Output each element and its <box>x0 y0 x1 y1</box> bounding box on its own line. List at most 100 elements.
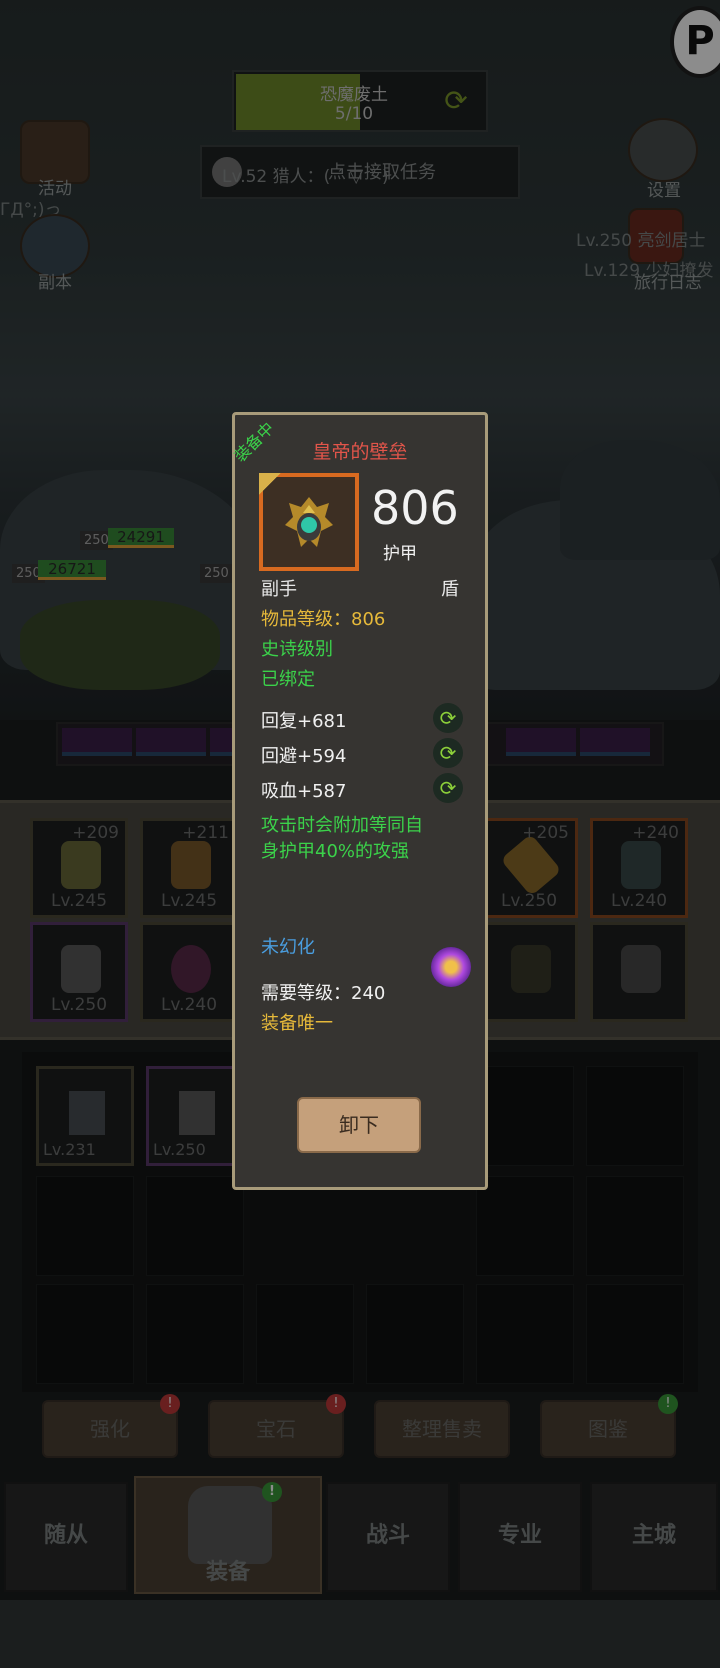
armor-label: 护甲 <box>383 544 417 564</box>
enhance-level: +240 <box>632 823 679 843</box>
item-slot: 副手 <box>261 579 297 600</box>
codex-label: 图鉴 <box>588 1417 628 1441</box>
enhance-label: 强化 <box>90 1417 130 1441</box>
armor-icon <box>188 1486 272 1564</box>
equip-slot[interactable]: Lv.240 <box>140 922 238 1022</box>
item-level: 物品等级：806 <box>261 609 386 630</box>
hp-level: 250 <box>200 564 233 583</box>
transmog-orb-icon[interactable] <box>431 947 471 987</box>
item-effect: 攻击时会附加等同自身护甲40%的攻强 <box>261 815 423 862</box>
inventory-slot[interactable]: Lv.231 <box>36 1066 134 1166</box>
tab-label: 装备 <box>205 1560 250 1585</box>
inventory-slot[interactable] <box>146 1176 244 1276</box>
gem-button[interactable]: 宝石 ! <box>208 1394 346 1458</box>
equip-slot-empty[interactable] <box>480 922 578 1022</box>
equip-slot[interactable]: +240 Lv.240 <box>590 818 688 918</box>
item-name: 皇帝的壁垒 <box>312 441 408 463</box>
stat-line: 吸血+587 <box>261 781 347 802</box>
trinket-icon <box>69 1091 105 1135</box>
item-level: Lv.245 <box>160 891 218 911</box>
equip-slot[interactable]: +211 Lv.245 <box>140 818 238 918</box>
item-type: 盾 <box>441 579 459 600</box>
sort-sell-label: 整理售卖 <box>402 1417 482 1441</box>
refresh-icon[interactable]: ⟳ <box>440 86 472 118</box>
equip-slot-empty[interactable] <box>590 922 688 1022</box>
gem-label: 宝石 <box>256 1417 296 1441</box>
stat-line: 回避+594 <box>261 746 347 767</box>
key-icon <box>61 945 101 993</box>
item-level: Lv.231 <box>43 1140 96 1159</box>
inventory-slot[interactable] <box>476 1284 574 1384</box>
shield-icon <box>621 841 661 889</box>
inventory-slot[interactable] <box>476 1066 574 1166</box>
zone-progress-text: 5/10 <box>334 104 374 124</box>
enhance-level: +205 <box>522 823 569 843</box>
zone-progress-bar[interactable]: 恐魔废土 5/10 ⟳ <box>232 70 488 132</box>
inventory-slot[interactable] <box>586 1176 684 1276</box>
unique-tag: 装备唯一 <box>261 1013 333 1034</box>
key-icon <box>179 1091 215 1135</box>
item-tooltip: 装备中 皇帝的壁垒 806 护甲 副手 盾 物品等级：806 史诗级别 已绑定 … <box>230 412 488 1190</box>
gear-icon[interactable] <box>628 118 698 182</box>
bound-status: 已绑定 <box>261 669 315 690</box>
alert-icon: ! <box>326 1394 346 1414</box>
zone-name: 恐魔废土 <box>320 85 388 105</box>
inventory-slot[interactable] <box>586 1066 684 1166</box>
quest-action[interactable]: 点击接取任务 <box>328 158 436 184</box>
armor-value: 806 <box>371 481 459 535</box>
sword-icon <box>500 833 562 897</box>
tab-battle[interactable]: 战斗 <box>326 1482 450 1592</box>
trinket-icon <box>511 945 551 993</box>
item-rarity: 史诗级别 <box>261 639 333 660</box>
tab-equipment[interactable]: 装备 ! <box>134 1476 322 1594</box>
stat-line: 回复+681 <box>261 711 347 732</box>
alert-icon: ! <box>658 1394 678 1414</box>
item-level: Lv.240 <box>160 995 218 1015</box>
sort-sell-button[interactable]: 整理售卖 <box>374 1400 510 1458</box>
enhance-button[interactable]: 强化 ! <box>42 1394 180 1458</box>
hero-sprite <box>20 600 220 690</box>
reroll-icon[interactable]: ⟳ <box>433 738 463 768</box>
quest-bar[interactable]: Lv.52 猎人：( ´ ▽ ` ) 点击接取任务 <box>200 145 520 199</box>
codex-button[interactable]: 图鉴 ! <box>540 1394 678 1458</box>
chat-right-1: Lv.250 亮剑居士 <box>576 231 706 251</box>
item-level: Lv.245 <box>50 891 108 911</box>
reroll-icon[interactable]: ⟳ <box>433 773 463 803</box>
item-icon-frame <box>259 473 359 571</box>
tab-label: 主城 <box>631 1523 676 1548</box>
equip-slot[interactable]: +209 Lv.245 <box>30 818 128 918</box>
item-level: Lv.240 <box>610 891 668 911</box>
transmog-status: 未幻化 <box>261 937 315 958</box>
inventory-slot[interactable] <box>366 1284 464 1384</box>
tab-main-city[interactable]: 主城 <box>590 1482 718 1592</box>
settings-label: 设置 <box>647 181 681 201</box>
tab-label: 随从 <box>43 1523 88 1548</box>
inventory-slot[interactable] <box>146 1284 244 1384</box>
tab-followers[interactable]: 随从 <box>4 1482 128 1592</box>
equip-slot[interactable]: Lv.250 <box>30 922 128 1022</box>
enhance-level: +209 <box>72 823 119 843</box>
enhance-level: +211 <box>182 823 229 843</box>
required-level: 需要等级：240 <box>261 983 386 1004</box>
equip-slot[interactable]: +205 Lv.250 <box>480 818 578 918</box>
stone-icon <box>621 945 661 993</box>
item-level: Lv.250 <box>500 891 558 911</box>
inventory-slot[interactable] <box>586 1284 684 1384</box>
hp-bar: 26721 <box>38 560 106 580</box>
inventory-slot[interactable]: Lv.250 <box>146 1066 244 1166</box>
travel-log-label: 旅行日志 <box>634 273 702 293</box>
reroll-icon[interactable]: ⟳ <box>433 703 463 733</box>
ring-icon <box>171 945 211 993</box>
tab-profession[interactable]: 专业 <box>458 1482 582 1592</box>
tab-label: 专业 <box>497 1523 542 1548</box>
shoulder-icon <box>171 841 211 889</box>
inventory-slot[interactable] <box>36 1176 134 1276</box>
alert-icon: ! <box>160 1394 180 1414</box>
inventory-slot[interactable] <box>256 1284 354 1384</box>
dungeon-label: 副本 <box>38 273 72 293</box>
item-level: Lv.250 <box>153 1140 206 1159</box>
unequip-button[interactable]: 卸下 <box>297 1097 421 1153</box>
inventory-slot[interactable] <box>36 1284 134 1384</box>
hp-bar: 24291 <box>108 528 174 548</box>
inventory-slot[interactable] <box>476 1176 574 1276</box>
